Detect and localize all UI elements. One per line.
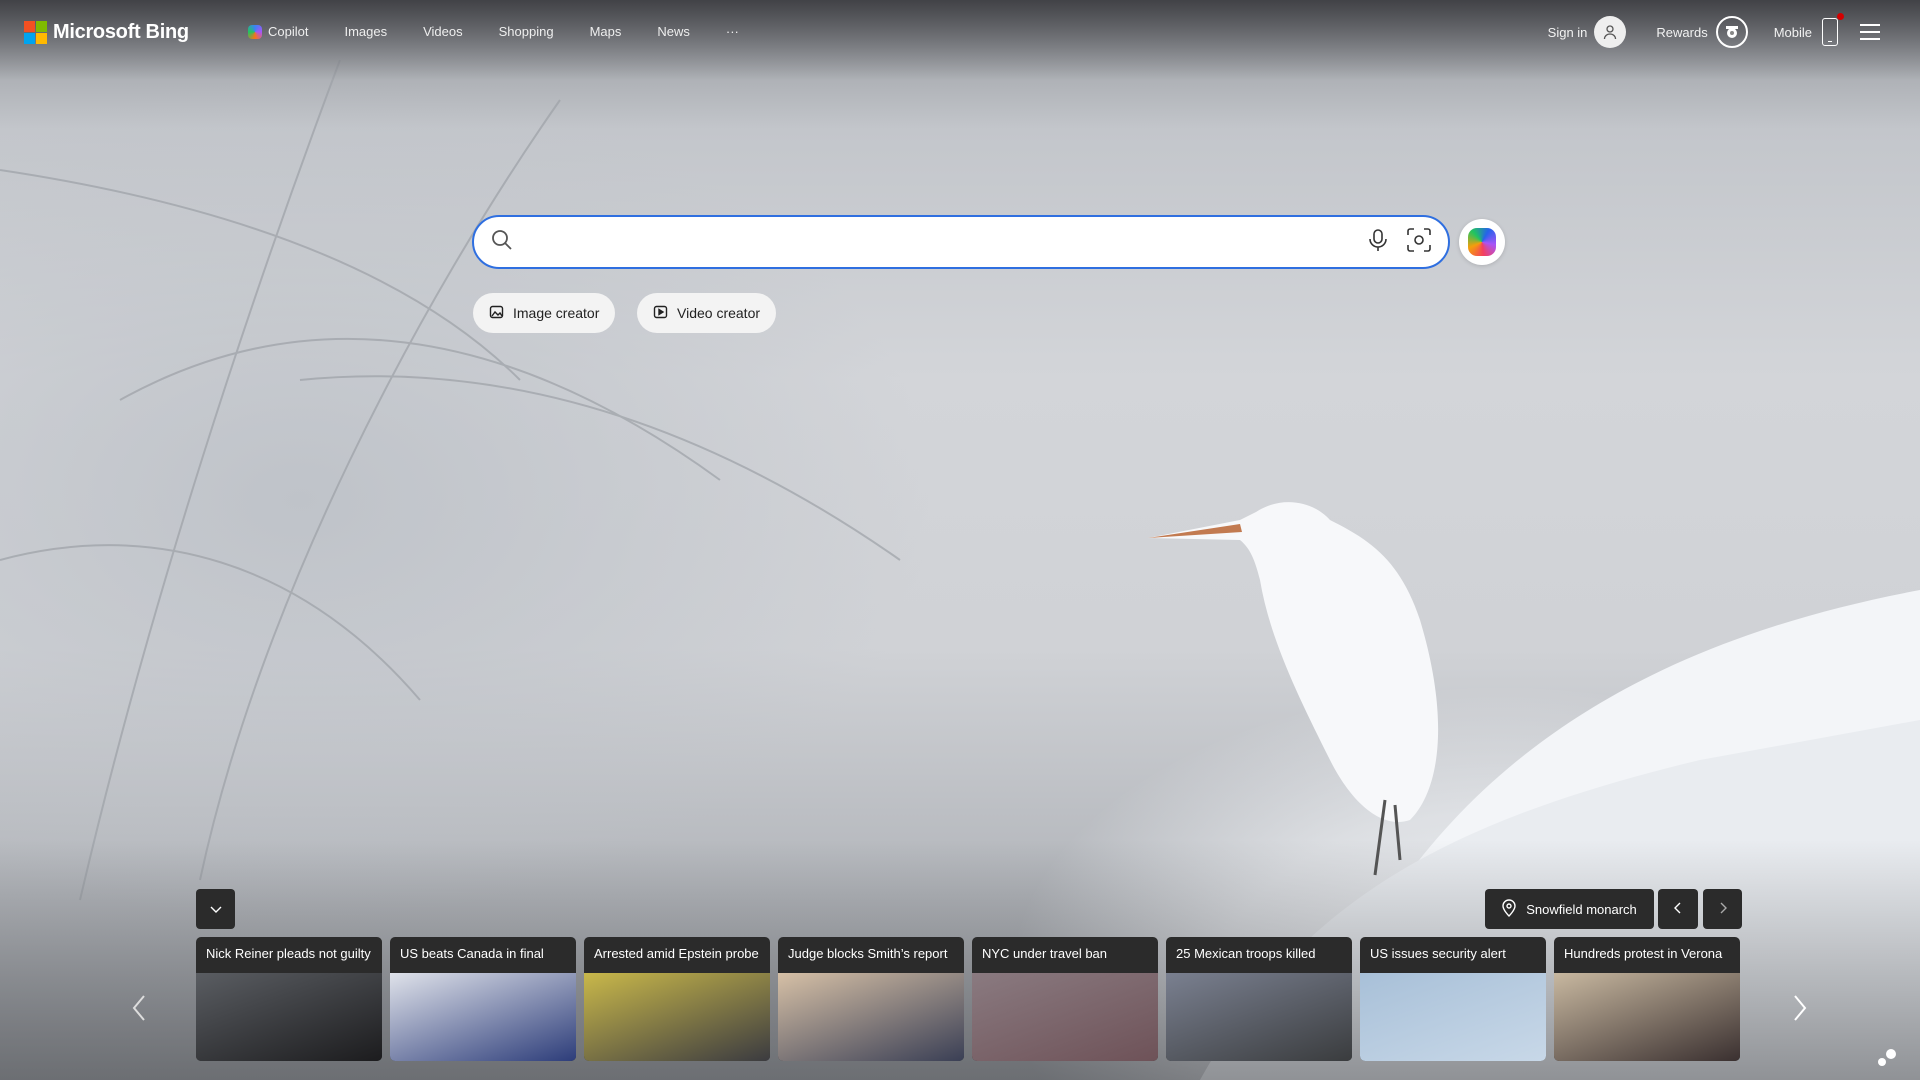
news-prev-button[interactable] bbox=[124, 990, 154, 1030]
copilot-button[interactable] bbox=[1459, 219, 1505, 265]
microphone-icon[interactable] bbox=[1368, 228, 1388, 257]
news-thumbnail bbox=[1554, 973, 1740, 1061]
mobile-button[interactable]: Mobile bbox=[1773, 13, 1844, 46]
nav-label: Copilot bbox=[268, 24, 309, 39]
news-title: NYC under travel ban bbox=[982, 946, 1108, 961]
news-card[interactable]: NYC under travel ban bbox=[972, 937, 1158, 1061]
news-thumbnail bbox=[390, 973, 576, 1061]
news-title: US issues security alert bbox=[1370, 946, 1506, 961]
header-right: Sign in Rewards Mobile bbox=[1548, 13, 1880, 48]
news-title: Arrested amid Epstein probe bbox=[594, 946, 759, 961]
news-thumbnail bbox=[778, 973, 964, 1061]
bing-logo[interactable]: Microsoft Bing bbox=[24, 21, 189, 44]
chevron-left-icon bbox=[131, 994, 147, 1027]
sign-in-label: Sign in bbox=[1547, 24, 1588, 40]
location-pin-icon bbox=[1502, 898, 1516, 920]
news-title: US beats Canada in final bbox=[400, 946, 544, 961]
search-icon bbox=[490, 228, 514, 257]
nav-shopping[interactable]: Shopping bbox=[499, 24, 554, 39]
visual-search-icon[interactable] bbox=[1406, 227, 1432, 258]
microsoft-logo-icon bbox=[24, 21, 47, 44]
nav-copilot[interactable]: Copilot bbox=[248, 24, 308, 39]
chevron-down-icon bbox=[209, 902, 223, 917]
chip-label: Video creator bbox=[677, 305, 761, 321]
news-thumbnail bbox=[1166, 973, 1352, 1061]
chevron-right-icon bbox=[1792, 994, 1808, 1027]
news-card[interactable]: Arrested amid Epstein probe bbox=[584, 937, 770, 1061]
news-card[interactable]: Nick Reiner pleads not guilty bbox=[196, 937, 382, 1061]
news-title: Hundreds protest in Verona bbox=[1564, 946, 1723, 961]
news-thumbnail bbox=[584, 973, 770, 1061]
news-next-button[interactable] bbox=[1785, 990, 1815, 1030]
news-thumbnail bbox=[972, 973, 1158, 1061]
rewards-button[interactable]: Rewards bbox=[1656, 16, 1748, 48]
mobile-label: Mobile bbox=[1773, 24, 1812, 40]
copilot-icon bbox=[248, 24, 262, 39]
news-card[interactable]: US beats Canada in final bbox=[390, 937, 576, 1061]
nav-videos[interactable]: Videos bbox=[423, 24, 463, 39]
news-card[interactable]: 25 Mexican troops killed bbox=[1166, 937, 1352, 1061]
notification-dot bbox=[1837, 13, 1844, 20]
nav-more[interactable]: ··· bbox=[726, 24, 739, 39]
image-creator-icon bbox=[489, 304, 505, 323]
news-carousel: Nick Reiner pleads not guilty US beats Ca… bbox=[196, 937, 1740, 1061]
next-image-button[interactable] bbox=[1703, 889, 1742, 929]
nav-maps[interactable]: Maps bbox=[590, 24, 622, 39]
previous-image-button[interactable] bbox=[1658, 889, 1698, 929]
image-creator-button[interactable]: Image creator bbox=[473, 293, 616, 333]
news-title: Judge blocks Smith’s report bbox=[788, 946, 948, 961]
phone-icon bbox=[1822, 13, 1844, 46]
top-nav: Copilot Images Videos Shopping Maps News… bbox=[248, 24, 775, 39]
feedback-icon[interactable] bbox=[1876, 1048, 1898, 1073]
news-thumbnail bbox=[1360, 973, 1546, 1061]
sign-in-button[interactable]: Sign in bbox=[1548, 16, 1627, 48]
user-icon bbox=[1594, 16, 1627, 48]
news-title: 25 Mexican troops killed bbox=[1176, 946, 1316, 961]
video-creator-button[interactable]: Video creator bbox=[637, 293, 777, 333]
chevron-right-icon bbox=[1718, 901, 1728, 918]
news-card[interactable]: Judge blocks Smith’s report bbox=[778, 937, 964, 1061]
egret bbox=[1148, 502, 1439, 876]
search-box bbox=[472, 215, 1450, 269]
collapse-button[interactable] bbox=[196, 889, 235, 929]
rewards-label: Rewards bbox=[1656, 24, 1708, 40]
search-input[interactable] bbox=[524, 231, 1368, 253]
location-label: Snowfield monarch bbox=[1526, 901, 1637, 917]
image-location-button[interactable]: Snowfield monarch bbox=[1485, 889, 1654, 929]
copilot-icon bbox=[1468, 228, 1496, 256]
news-thumbnail bbox=[196, 973, 382, 1061]
chevron-left-icon bbox=[1673, 901, 1683, 918]
chip-label: Image creator bbox=[513, 305, 600, 321]
logo-text: Microsoft Bing bbox=[53, 21, 189, 43]
rewards-trophy-icon bbox=[1715, 16, 1748, 48]
nav-news[interactable]: News bbox=[657, 24, 690, 39]
news-card[interactable]: Hundreds protest in Verona bbox=[1554, 937, 1740, 1061]
hamburger-menu-icon[interactable] bbox=[1860, 24, 1880, 40]
nav-images[interactable]: Images bbox=[344, 24, 387, 39]
video-creator-icon bbox=[653, 304, 669, 323]
news-title: Nick Reiner pleads not guilty bbox=[206, 946, 371, 961]
news-card[interactable]: US issues security alert bbox=[1360, 937, 1546, 1061]
